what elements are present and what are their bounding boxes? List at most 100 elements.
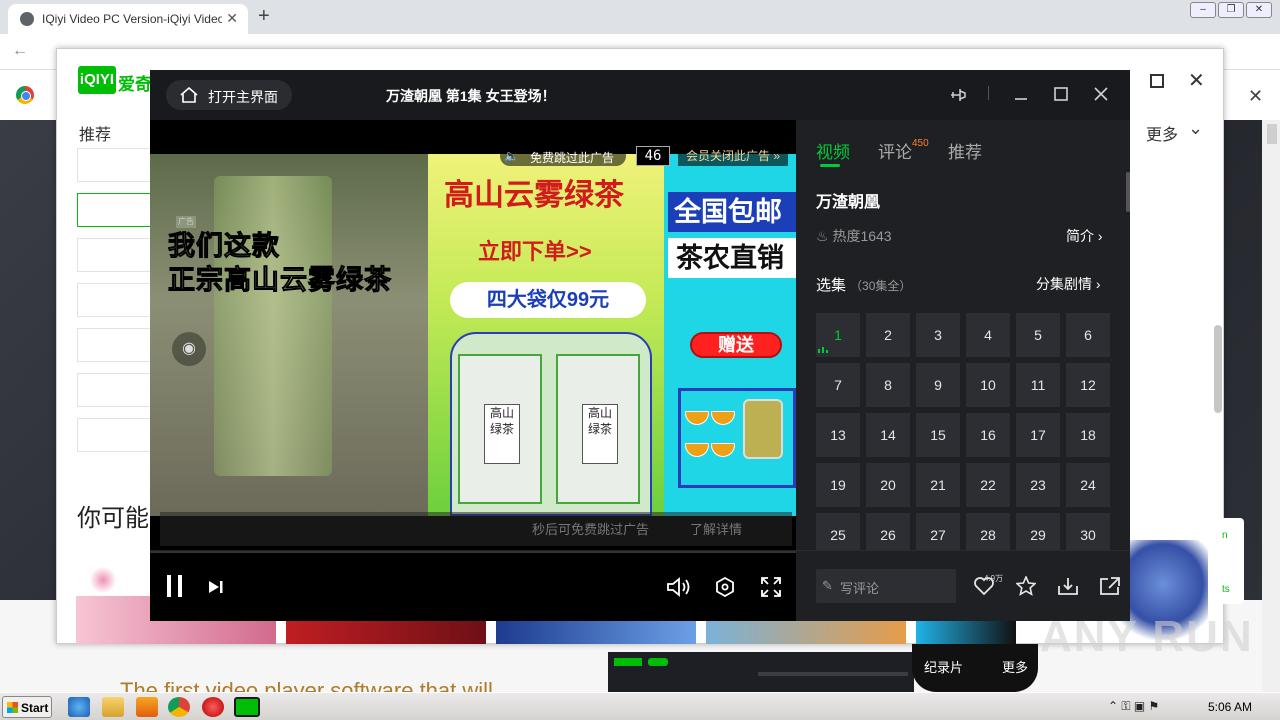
bg-maximize-icon[interactable] — [1150, 74, 1164, 88]
episode-button[interactable]: 26 — [866, 513, 910, 550]
infobar-close-icon[interactable]: ✕ — [1248, 86, 1263, 107]
settings-icon[interactable] — [716, 577, 734, 597]
category-more[interactable]: 更多 — [1002, 657, 1028, 676]
bg-menu-item[interactable] — [77, 283, 151, 317]
episode-button[interactable]: 2 — [866, 313, 910, 357]
star-icon[interactable] — [1016, 576, 1036, 596]
close-window-button[interactable]: ✕ — [1246, 2, 1272, 18]
pin-icon[interactable] — [948, 85, 968, 105]
episode-number: 29 — [1030, 527, 1046, 543]
clock: 5:06 AM — [1208, 700, 1253, 714]
episode-button[interactable]: 4 — [966, 313, 1010, 357]
ad-learn-more[interactable]: 了解详情 — [690, 519, 742, 538]
episode-button[interactable]: 17 — [1016, 413, 1060, 457]
bg-menu-item[interactable] — [77, 418, 151, 452]
episode-button[interactable]: 20 — [866, 463, 910, 507]
intro-link[interactable]: 简介 › — [1066, 226, 1103, 246]
bg-menu-item[interactable] — [77, 373, 151, 407]
episode-button[interactable]: 14 — [866, 413, 910, 457]
progress-bar[interactable] — [150, 551, 796, 553]
episode-button[interactable]: 7 — [816, 363, 860, 407]
maximize-button[interactable]: ❐ — [1218, 2, 1244, 18]
episode-button[interactable]: 18 — [1066, 413, 1110, 457]
bg-menu-item-active[interactable] — [77, 193, 151, 227]
sidebar-scrollbar[interactable] — [1126, 172, 1130, 212]
system-tray[interactable]: ⌃ ⚿ ▣ ⚑ — [1108, 699, 1159, 714]
tab-close-icon[interactable]: ✕ — [226, 10, 238, 27]
explorer-icon[interactable] — [102, 697, 124, 717]
tab-comments[interactable]: 评论 — [878, 138, 912, 163]
video-area[interactable]: 我们这款 正宗高山云雾绿茶 高山云雾绿茶 立即下单>> 四大袋仅99元 高山绿茶… — [150, 120, 796, 550]
episode-button[interactable]: 30 — [1066, 513, 1110, 550]
tab-recommend[interactable]: 推荐 — [948, 138, 982, 163]
chevron-down-icon[interactable]: ⌄ — [1188, 118, 1203, 139]
episode-button[interactable]: 8 — [866, 363, 910, 407]
episode-button[interactable]: 28 — [966, 513, 1010, 550]
episode-button[interactable]: 9 — [916, 363, 960, 407]
media-player-icon[interactable] — [136, 697, 158, 717]
pause-icon[interactable] — [166, 574, 184, 598]
maximize-icon[interactable] — [1054, 87, 1068, 101]
page-scrollbar-thumb[interactable] — [1267, 124, 1277, 144]
episode-button[interactable]: 5 — [1016, 313, 1060, 357]
episode-button[interactable]: 23 — [1016, 463, 1060, 507]
bg-close-icon[interactable]: ✕ — [1188, 68, 1205, 93]
volume-icon[interactable] — [666, 577, 692, 597]
episode-button[interactable]: 10 — [966, 363, 1010, 407]
episode-button[interactable]: 25 — [816, 513, 860, 550]
ie-icon[interactable] — [68, 697, 90, 717]
minimize-button[interactable]: – — [1190, 2, 1216, 18]
tab-video[interactable]: 视频 — [816, 138, 850, 163]
page-scrollbar[interactable] — [1262, 120, 1280, 692]
episode-button[interactable]: 21 — [916, 463, 960, 507]
ad-free-shipping: 全国包邮 — [668, 192, 796, 232]
like-heart-icon[interactable] — [974, 577, 994, 595]
bg-menu-item[interactable] — [77, 148, 151, 182]
client-scrollbar-thumb[interactable] — [1214, 325, 1222, 413]
episode-button[interactable]: 24 — [1066, 463, 1110, 507]
next-episode-icon[interactable] — [208, 580, 224, 594]
bg-menu-item[interactable] — [77, 238, 151, 272]
episode-button[interactable]: 29 — [1016, 513, 1060, 550]
opera-icon[interactable] — [202, 697, 224, 717]
episode-button[interactable]: 11 — [1016, 363, 1060, 407]
episode-button[interactable]: 16 — [966, 413, 1010, 457]
new-tab-button[interactable]: + — [258, 5, 270, 28]
episodes-count: （30集全） — [850, 279, 912, 293]
teapot — [743, 399, 783, 459]
comment-input[interactable]: ✎ 写评论 — [816, 569, 956, 603]
iqiyi-taskbar-icon[interactable] — [234, 697, 260, 717]
ad-creative[interactable]: 我们这款 正宗高山云雾绿茶 高山云雾绿茶 立即下单>> 四大袋仅99元 高山绿茶… — [150, 154, 796, 546]
fullscreen-icon[interactable] — [761, 577, 781, 597]
download-icon[interactable] — [1058, 577, 1078, 595]
show-title: 万渣朝凰 — [816, 194, 881, 211]
episode-button[interactable]: 19 — [816, 463, 860, 507]
start-button[interactable]: Start — [2, 696, 52, 718]
episode-button[interactable]: 1 — [816, 313, 860, 357]
episode-button[interactable]: 6 — [1066, 313, 1110, 357]
episode-button[interactable]: 27 — [916, 513, 960, 550]
vip-close-ad-button[interactable]: 会员关闭此广告 » — [678, 146, 788, 166]
ad-headline: 高山云雾绿茶 — [444, 179, 624, 212]
episode-button[interactable]: 22 — [966, 463, 1010, 507]
chrome-taskbar-icon[interactable] — [168, 697, 190, 717]
category-documentary[interactable]: 纪录片 — [924, 657, 963, 676]
episode-plot-link[interactable]: 分集剧情 › — [1036, 274, 1101, 294]
ad-copy-line2: 正宗高山云雾绿茶 — [168, 265, 392, 296]
minimize-icon[interactable] — [1014, 87, 1028, 101]
back-arrow-icon[interactable]: ← — [12, 42, 28, 60]
share-icon[interactable] — [1100, 577, 1120, 595]
nav-recommend[interactable]: 推荐 — [79, 121, 111, 145]
windows-logo-icon — [7, 702, 18, 713]
open-main-interface-button[interactable]: 打开主界面 — [166, 80, 292, 110]
screenshot-camera-icon[interactable]: ◉ — [172, 332, 206, 366]
episode-button[interactable]: 13 — [816, 413, 860, 457]
episode-button[interactable]: 3 — [916, 313, 960, 357]
more-link[interactable]: 更多 — [1146, 121, 1178, 145]
close-icon[interactable] — [1094, 87, 1108, 101]
browser-tab[interactable]: IQiyi Video PC Version-iQiyi Video Of ✕ — [8, 4, 248, 34]
bg-menu-item[interactable] — [77, 328, 151, 362]
episode-button[interactable]: 15 — [916, 413, 960, 457]
ad-skip-button[interactable]: 🔈 免费跳过此广告 — [500, 146, 626, 166]
episode-button[interactable]: 12 — [1066, 363, 1110, 407]
